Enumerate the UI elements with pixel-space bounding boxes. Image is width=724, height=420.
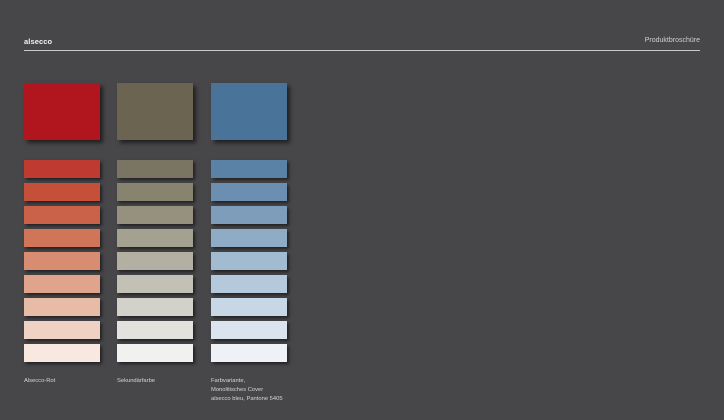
- tint-swatch: [117, 206, 193, 224]
- caption-farbvariante: Farbvariante, Monolitisches Cover alsecc…: [211, 378, 283, 402]
- main-swatch: [117, 83, 193, 140]
- tint-swatch: [24, 229, 100, 247]
- tint-swatch: [24, 183, 100, 201]
- tint-swatch: [117, 321, 193, 339]
- tint-swatch: [117, 344, 193, 362]
- tint-swatch: [211, 298, 287, 316]
- main-swatch: [24, 83, 100, 140]
- document-title: Produktbroschüre: [644, 37, 700, 44]
- brand-logo: alsecco: [24, 37, 53, 46]
- tint-swatch: [211, 252, 287, 270]
- tint-swatch: [211, 229, 287, 247]
- tint-swatch: [24, 275, 100, 293]
- tint-swatch: [24, 344, 100, 362]
- tint-swatch: [211, 344, 287, 362]
- tint-swatch: [24, 252, 100, 270]
- tint-swatch: [117, 252, 193, 270]
- caption-sekundaerfarbe: Sekundärfarbe: [117, 378, 156, 384]
- tint-swatch: [117, 183, 193, 201]
- tint-swatch: [211, 275, 287, 293]
- tint-swatch: [117, 160, 193, 178]
- header-divider: [24, 50, 700, 51]
- tint-swatch: [117, 298, 193, 316]
- color-column-sekundaerfarbe: [117, 83, 195, 362]
- tint-swatch: [211, 206, 287, 224]
- tint-swatch: [117, 275, 193, 293]
- tint-swatch: [24, 298, 100, 316]
- tint-swatch: [211, 321, 287, 339]
- tint-swatch: [117, 229, 193, 247]
- tint-swatch: [211, 160, 287, 178]
- tint-swatch: [24, 160, 100, 178]
- color-column-farbvariante: [211, 83, 289, 362]
- main-swatch: [211, 83, 287, 140]
- caption-alsecco-rot: Alsecco-Rot: [24, 378, 56, 384]
- tint-swatch: [24, 206, 100, 224]
- tint-swatch: [24, 321, 100, 339]
- tint-swatch: [211, 183, 287, 201]
- color-column-alsecco-rot: [24, 83, 102, 362]
